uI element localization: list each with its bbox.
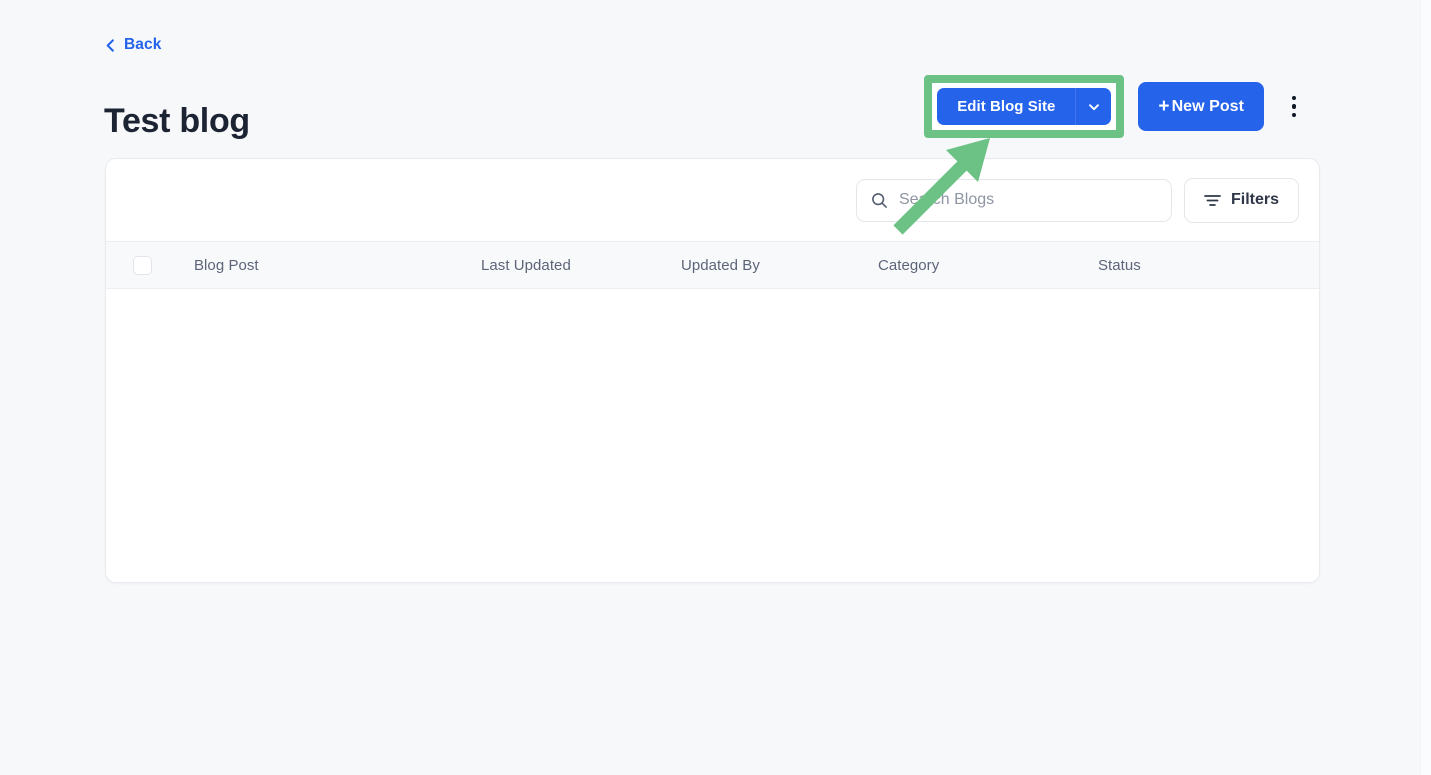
- select-all-checkbox[interactable]: [133, 255, 152, 275]
- right-edge-strip: [1420, 0, 1431, 775]
- blog-posts-card: Filters Blog Post Last Updated Updated B…: [105, 158, 1320, 583]
- filters-label: Filters: [1230, 191, 1279, 208]
- card-toolbar: Filters: [106, 159, 1319, 241]
- table-header-row: Blog Post Last Updated Updated By Catego…: [106, 241, 1319, 289]
- kebab-menu-icon-dot: [1291, 112, 1297, 118]
- more-options-button[interactable]: [1277, 85, 1311, 129]
- filter-icon: [1204, 193, 1221, 208]
- kebab-menu-icon-dot: [1291, 104, 1297, 109]
- page-root: Back Test blog Edit Blog Site + New Post: [0, 0, 1420, 775]
- column-header-category[interactable]: Category: [878, 257, 1098, 274]
- column-header-blog-post[interactable]: Blog Post: [194, 257, 481, 274]
- search-icon: [871, 192, 888, 209]
- search-input[interactable]: [896, 190, 1157, 210]
- edit-blog-site-button[interactable]: Edit Blog Site: [937, 88, 1112, 125]
- back-label: Back: [124, 36, 162, 53]
- select-all-cell: [106, 255, 194, 275]
- table-body-empty: [106, 289, 1319, 582]
- edit-blog-site-dropdown-toggle[interactable]: [1075, 88, 1111, 125]
- page-title: Test blog: [104, 101, 250, 140]
- blog-posts-table: Blog Post Last Updated Updated By Catego…: [106, 241, 1319, 582]
- column-header-last-updated[interactable]: Last Updated: [481, 257, 681, 274]
- back-link[interactable]: Back: [104, 36, 161, 54]
- header-actions: Edit Blog Site + New Post: [924, 75, 1311, 138]
- kebab-menu-icon-dot: [1291, 95, 1297, 101]
- search-blogs-box[interactable]: [855, 178, 1172, 222]
- filters-button[interactable]: Filters: [1183, 177, 1299, 223]
- column-header-status[interactable]: Status: [1098, 257, 1319, 274]
- new-post-button[interactable]: + New Post: [1138, 82, 1264, 131]
- edit-blog-site-label[interactable]: Edit Blog Site: [937, 88, 1075, 125]
- chevron-left-icon: [104, 38, 117, 52]
- chevron-down-icon: [1087, 100, 1101, 114]
- highlight-annotation-box: Edit Blog Site: [924, 75, 1125, 138]
- new-post-label: New Post: [1171, 97, 1244, 115]
- column-header-updated-by[interactable]: Updated By: [681, 257, 878, 274]
- plus-icon: +: [1158, 95, 1170, 117]
